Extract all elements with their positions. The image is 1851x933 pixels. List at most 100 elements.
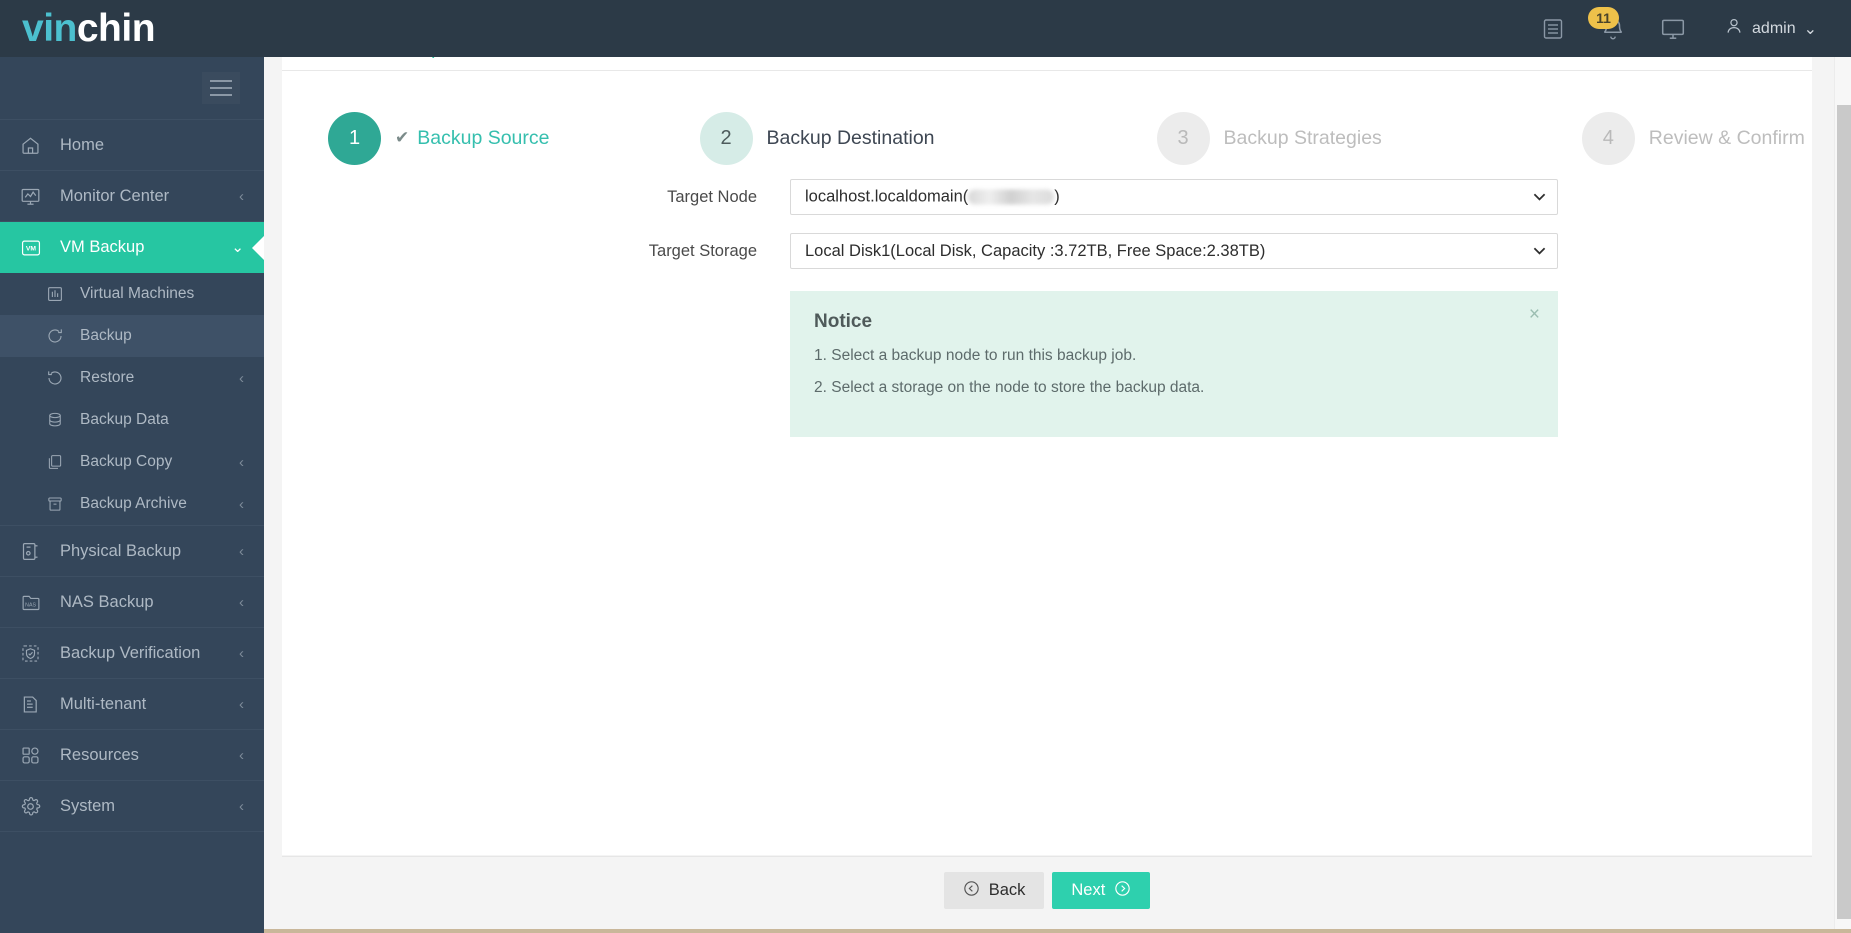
wizard-step-backup-source[interactable]: 1 ✔ Backup Source — [328, 111, 550, 165]
sidebar-item-nas-backup[interactable]: NAS NAS Backup ‹ — [0, 577, 264, 628]
user-icon — [1724, 16, 1744, 41]
sidebar-item-label: Multi-tenant — [60, 694, 147, 713]
sidebar-item-monitor-center[interactable]: Monitor Center ‹ — [0, 171, 264, 222]
sidebar-subitem-backup-copy[interactable]: Backup Copy ‹ — [0, 441, 264, 483]
monitor-icon[interactable] — [1656, 12, 1690, 46]
back-button[interactable]: Back — [943, 872, 1045, 909]
step-label-wrap: ✔ Backup Source — [395, 127, 550, 150]
sidebar-subitem-label: Backup — [80, 327, 132, 344]
sidebar-item-label: Backup Verification — [60, 643, 201, 662]
sidebar-item-home[interactable]: Home — [0, 120, 264, 171]
target-storage-select-wrap: Local Disk1(Local Disk, Capacity :3.72TB… — [790, 233, 1558, 269]
database-icon — [46, 411, 72, 429]
wizard-step-review-confirm[interactable]: 4 Review & Confirm — [1581, 111, 1805, 165]
step-label: Backup Source — [417, 126, 550, 149]
sidebar-item-label: VM Backup — [60, 238, 145, 256]
logo-chin: chin — [76, 7, 156, 50]
list-icon[interactable] — [1536, 12, 1570, 46]
vinchin-logo[interactable]: vinchin — [0, 9, 264, 48]
sidebar-item-label: Home — [60, 135, 105, 154]
sidebar-subitem-backup-archive[interactable]: Backup Archive ‹ — [0, 483, 264, 525]
hamburger-toggle[interactable] — [202, 72, 240, 104]
vertical-scrollbar-thumb[interactable] — [1837, 105, 1851, 919]
step-label: Backup Destination — [766, 126, 935, 149]
sidebar-subitem-restore[interactable]: Restore ‹ — [0, 357, 264, 399]
sidebar-item-label: Physical Backup — [60, 541, 182, 560]
sidebar-item-label: NAS Backup — [60, 592, 154, 611]
bell-icon[interactable]: 11 — [1588, 6, 1630, 46]
monitor-chart-icon — [20, 186, 50, 207]
wizard-step-backup-destination[interactable]: 2 Backup Destination — [699, 111, 935, 165]
notice-panel: × Notice 1. Select a backup node to run … — [790, 291, 1558, 437]
home-icon — [20, 135, 50, 156]
wizard-card: 1 ✔ Backup Source 2 Backup Destination 3 — [282, 70, 1812, 855]
target-node-row: Target Node localhost.localdomain() — [282, 179, 1812, 215]
refresh-icon — [46, 327, 72, 345]
sidebar-item-vm-backup[interactable]: VM VM Backup ⌄ — [0, 222, 264, 273]
arrow-right-circle-icon — [1114, 880, 1131, 901]
next-button-label: Next — [1071, 881, 1106, 900]
sidebar-subitem-label: Restore — [80, 369, 135, 386]
chevron-left-icon: ‹ — [239, 369, 244, 387]
sidebar-item-label: Resources — [60, 745, 139, 764]
vertical-scrollbar-track[interactable] — [1834, 57, 1851, 933]
gear-icon — [20, 796, 50, 817]
sidebar-toggle-row — [0, 57, 264, 120]
target-node-select[interactable] — [790, 179, 1558, 215]
target-storage-row: Target Storage Local Disk1(Local Disk, C… — [282, 233, 1812, 269]
sidebar-subitem-backup-data[interactable]: Backup Data — [0, 399, 264, 441]
wizard-steps: 1 ✔ Backup Source 2 Backup Destination 3 — [282, 71, 1812, 179]
wizard-step-backup-strategies[interactable]: 3 Backup Strategies — [1156, 111, 1382, 165]
sidebar-submenu-vm-backup: Virtual Machines Backup Restore ‹ Backup… — [0, 273, 264, 526]
sidebar-item-resources[interactable]: Resources ‹ — [0, 730, 264, 781]
close-icon[interactable]: × — [1529, 305, 1540, 324]
step-number-circle: 2 — [699, 111, 753, 165]
vm-icon: VM — [20, 237, 50, 259]
hamburger-line — [210, 94, 232, 96]
sidebar-item-backup-verification[interactable]: Backup Verification ‹ — [0, 628, 264, 679]
sidebar-subitem-backup[interactable]: Backup — [0, 315, 264, 357]
shield-check-icon — [20, 643, 50, 664]
sidebar-item-system[interactable]: System ‹ — [0, 781, 264, 832]
target-storage-select[interactable]: Local Disk1(Local Disk, Capacity :3.72TB… — [790, 233, 1558, 269]
application-root: vinchin 11 admin ⌄ Home Monitor Center ‹… — [0, 0, 1851, 933]
chevron-left-icon: ‹ — [239, 695, 244, 713]
chevron-left-icon: ‹ — [239, 797, 244, 815]
destination-form: Target Node localhost.localdomain() Targ… — [282, 179, 1812, 437]
sidebar-navigation: Home Monitor Center ‹ VM VM Backup ⌄ Vir… — [0, 57, 264, 933]
hamburger-line — [210, 80, 232, 82]
user-menu[interactable]: admin ⌄ — [1724, 16, 1817, 41]
step-label: Review & Confirm — [1648, 126, 1805, 149]
chevron-left-icon: ‹ — [239, 542, 244, 560]
logo-vin: vin — [22, 7, 77, 50]
nas-icon: NAS — [20, 592, 50, 613]
sidebar-item-label: System — [60, 796, 116, 815]
topbar-actions: 11 admin ⌄ — [1536, 6, 1851, 46]
check-icon: ✔ — [395, 128, 410, 147]
notice-line: 2. Select a storage on the node to store… — [814, 379, 1205, 396]
sidebar-item-physical-backup[interactable]: Physical Backup ‹ — [0, 526, 264, 577]
arrow-left-circle-icon — [963, 880, 980, 901]
step-label-wrap: Backup Strategies — [1224, 127, 1382, 150]
hamburger-line — [210, 87, 232, 89]
sidebar-subitem-label: Virtual Machines — [80, 285, 195, 302]
notification-count-badge: 11 — [1588, 6, 1620, 29]
top-header-bar: vinchin 11 admin ⌄ — [0, 0, 1851, 57]
notice-line: 1. Select a backup node to run this back… — [814, 347, 1137, 364]
user-name-label: admin — [1752, 19, 1796, 37]
building-icon — [20, 694, 50, 715]
chevron-down-icon: ⌄ — [231, 239, 244, 256]
step-label: Backup Strategies — [1223, 126, 1382, 149]
sidebar-item-multi-tenant[interactable]: Multi-tenant ‹ — [0, 679, 264, 730]
archive-icon — [46, 495, 72, 513]
step-label-wrap: Review & Confirm — [1649, 127, 1805, 150]
next-button[interactable]: Next — [1052, 872, 1151, 909]
chart-bar-icon — [46, 285, 72, 303]
sidebar-subitem-label: Backup Copy — [80, 453, 173, 470]
window-bottom-edge — [264, 929, 1851, 933]
sidebar-subitem-virtual-machines[interactable]: Virtual Machines — [0, 273, 264, 315]
grid-icon — [20, 745, 50, 766]
svg-text:VM: VM — [26, 245, 37, 252]
server-icon — [20, 541, 50, 562]
chevron-down-icon: ⌄ — [1803, 20, 1817, 38]
